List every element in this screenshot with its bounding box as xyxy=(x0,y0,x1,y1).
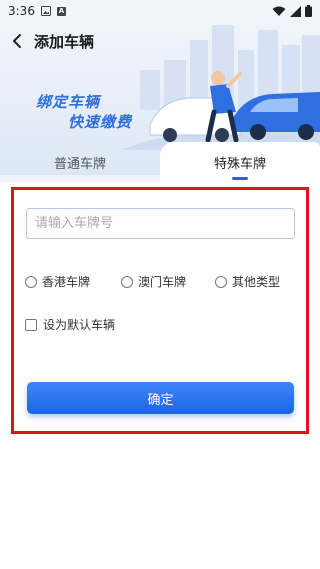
tab-normal-plate[interactable]: 普通车牌 xyxy=(0,142,160,182)
radio-other-type[interactable]: 其他类型 xyxy=(215,273,280,290)
plate-type-tabs: 普通车牌 特殊车牌 xyxy=(0,142,320,182)
back-button[interactable] xyxy=(0,26,34,56)
banner-slogan: 绑定车辆 快速缴费 xyxy=(36,92,132,132)
radio-label: 其他类型 xyxy=(232,275,281,289)
slogan-line-1: 绑定车辆 xyxy=(36,93,101,111)
tab-active-indicator xyxy=(232,177,248,180)
image-icon xyxy=(40,6,51,16)
plate-number-input[interactable] xyxy=(26,208,295,239)
radio-circle-icon[interactable] xyxy=(25,275,37,288)
radio-hongkong-plate[interactable]: 香港车牌 xyxy=(25,273,90,290)
tab-special-plate[interactable]: 特殊车牌 xyxy=(160,142,320,182)
radio-label: 澳门车牌 xyxy=(138,275,187,289)
battery-icon xyxy=(305,5,312,17)
confirm-button[interactable]: 确定 xyxy=(27,382,294,414)
slogan-line-2: 快速缴费 xyxy=(68,113,133,131)
radio-macau-plate[interactable]: 澳门车牌 xyxy=(121,273,186,290)
status-time: 3:36 xyxy=(8,4,35,18)
plate-type-radio-group: 香港车牌 澳门车牌 其他类型 xyxy=(25,273,295,291)
status-bar: 3:36 A xyxy=(0,0,320,22)
default-vehicle-label: 设为默认车辆 xyxy=(43,318,116,332)
checkbox-icon[interactable] xyxy=(25,318,37,331)
wifi-icon xyxy=(272,6,286,16)
radio-circle-icon[interactable] xyxy=(215,275,227,288)
page-title: 添加车辆 xyxy=(34,32,95,51)
radio-circle-icon[interactable] xyxy=(121,275,133,288)
nav-bar: 添加车辆 xyxy=(0,26,320,56)
radio-label: 香港车牌 xyxy=(42,275,91,289)
notification-a-icon: A xyxy=(56,6,66,16)
signal-icon xyxy=(290,5,301,17)
default-vehicle-checkbox[interactable]: 设为默认车辆 xyxy=(25,316,115,333)
back-arrow-icon xyxy=(13,34,21,48)
